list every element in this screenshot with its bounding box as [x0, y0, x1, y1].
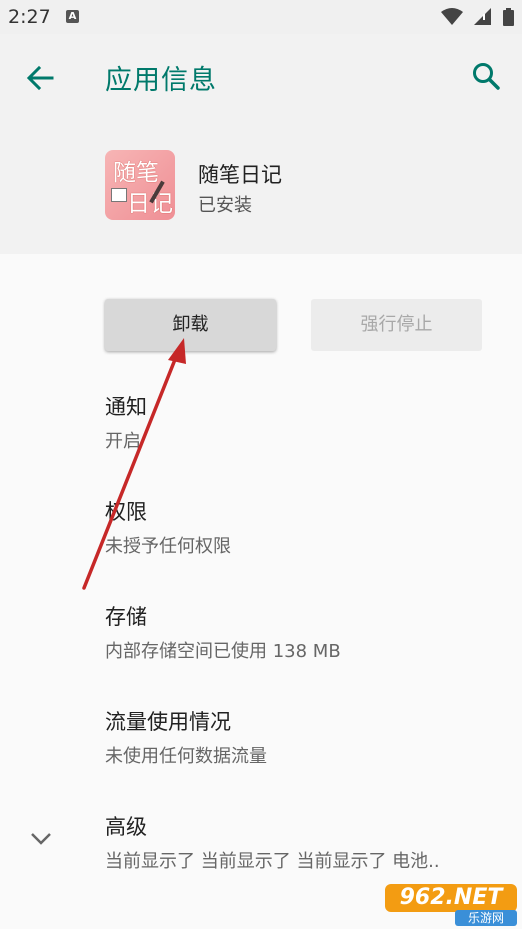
app-name: 随笔日记: [198, 163, 282, 187]
item-title: 通知: [105, 395, 147, 419]
chevron-down-icon[interactable]: [28, 826, 54, 852]
note-icon: [111, 188, 127, 202]
install-status: 已安装: [198, 195, 252, 216]
uninstall-button[interactable]: 卸载: [105, 299, 276, 351]
page-title: 应用信息: [105, 65, 217, 96]
wifi-icon: [440, 8, 463, 25]
signal-icon: [473, 8, 491, 25]
app-header: 随笔 日记 随笔日记 已安装: [0, 122, 522, 254]
item-subtitle: 开启: [105, 431, 141, 452]
item-title: 存储: [105, 605, 147, 629]
status-bar: 2:27 A: [0, 0, 522, 34]
search-icon[interactable]: [470, 60, 502, 92]
data-usage-item[interactable]: 流量使用情况 未使用任何数据流量: [105, 706, 505, 768]
storage-item[interactable]: 存储 内部存储空间已使用 138 MB: [105, 601, 505, 663]
app-icon: 随笔 日记: [105, 150, 175, 220]
item-subtitle: 未使用任何数据流量: [105, 746, 267, 767]
arrow-back-icon[interactable]: [24, 62, 56, 94]
item-title: 流量使用情况: [105, 710, 231, 734]
force-stop-button: 强行停止: [311, 299, 482, 351]
status-icons: [435, 8, 514, 26]
item-subtitle: 未授予任何权限: [105, 536, 231, 557]
battery-icon: [503, 8, 514, 26]
item-title: 权限: [105, 500, 147, 524]
permissions-item[interactable]: 权限 未授予任何权限: [105, 496, 505, 558]
notifications-item[interactable]: 通知 开启: [105, 391, 505, 453]
notification-icon: A: [66, 10, 79, 23]
watermark-sub: 乐游网: [455, 910, 517, 926]
status-time: 2:27: [8, 6, 51, 28]
item-subtitle: 当前显示了 当前显示了 当前显示了 电池..: [105, 851, 440, 872]
watermark-logo: 962.NET 乐游网: [385, 884, 517, 926]
app-icon-text-top: 随笔: [113, 160, 159, 186]
item-title: 高级: [105, 815, 147, 839]
advanced-item[interactable]: 高级 当前显示了 当前显示了 当前显示了 电池..: [105, 811, 505, 873]
watermark-main: 962.NET: [385, 884, 517, 912]
item-subtitle: 内部存储空间已使用 138 MB: [105, 641, 341, 662]
app-bar: 应用信息: [0, 34, 522, 122]
